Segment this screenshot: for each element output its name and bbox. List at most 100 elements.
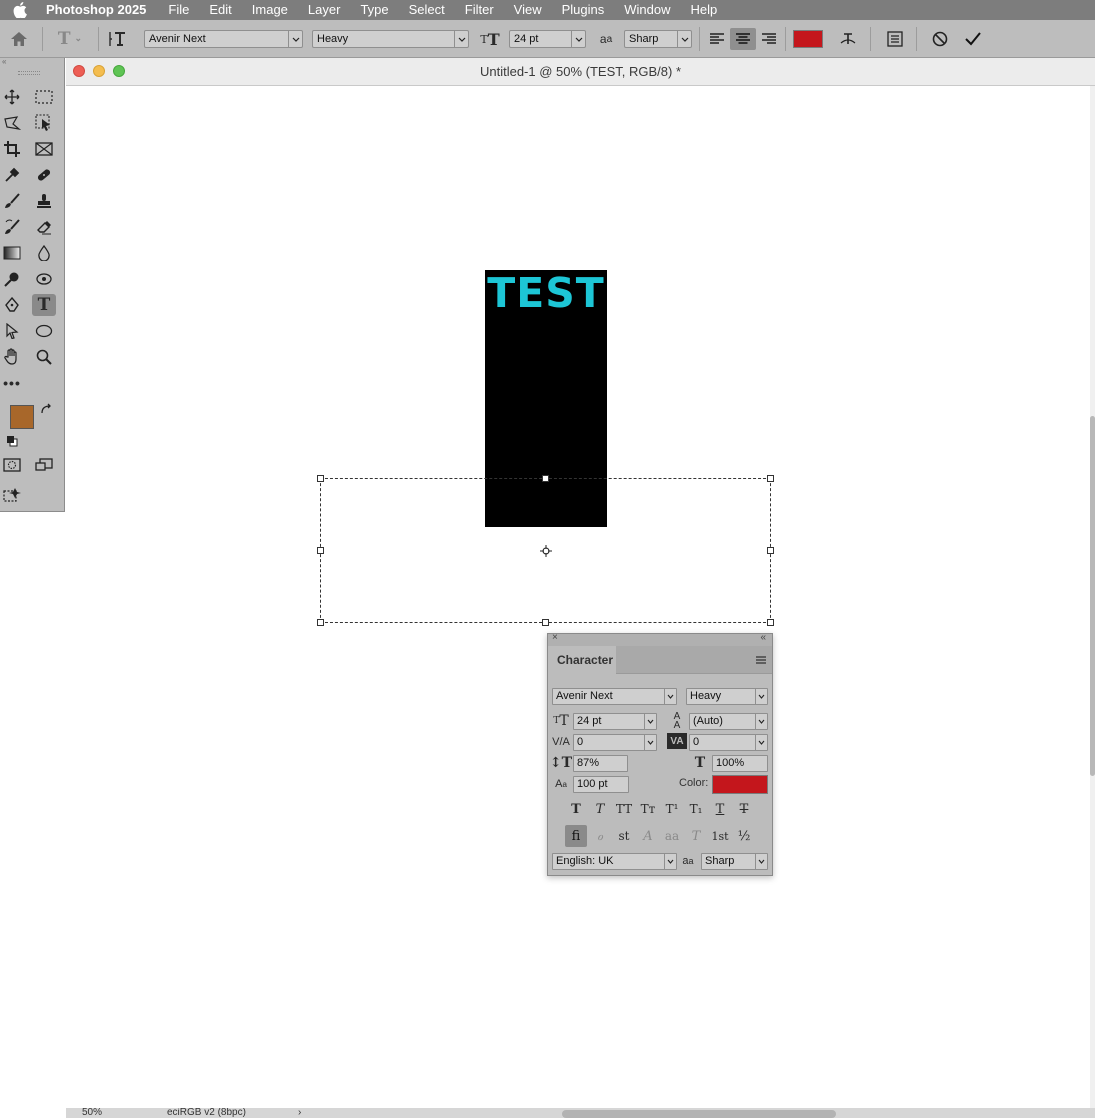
color-profile[interactable]: eciRGB v2 (8bpc) xyxy=(167,1108,246,1118)
tab-character[interactable]: Character xyxy=(548,646,616,674)
move-tool-icon[interactable] xyxy=(0,86,24,108)
menu-type[interactable]: Type xyxy=(350,0,398,20)
type-tool-preset-icon[interactable]: T ⌄ xyxy=(52,29,88,49)
baseline-shift-field[interactable]: 100 pt xyxy=(573,776,629,793)
menu-image[interactable]: Image xyxy=(242,0,298,20)
marquee-tool-icon[interactable] xyxy=(32,86,56,108)
menu-view[interactable]: View xyxy=(504,0,552,20)
reference-point-icon[interactable] xyxy=(540,545,552,557)
frame-tool-icon[interactable] xyxy=(32,138,56,160)
collapse-panel-icon[interactable]: « xyxy=(760,632,766,643)
apple-menu-icon[interactable] xyxy=(0,0,40,20)
zoom-tool-icon[interactable] xyxy=(32,346,56,368)
home-icon[interactable] xyxy=(8,29,30,49)
clone-stamp-tool-icon[interactable] xyxy=(32,190,56,212)
healing-brush-tool-icon[interactable] xyxy=(32,164,56,186)
superscript-button[interactable]: T¹ xyxy=(661,798,683,820)
text-color-swatch[interactable] xyxy=(793,30,823,48)
vertical-scrollbar-thumb[interactable] xyxy=(1090,416,1095,776)
eraser-tool-icon[interactable] xyxy=(32,216,56,238)
cancel-icon[interactable] xyxy=(929,28,951,50)
align-right-icon[interactable] xyxy=(758,28,780,50)
font-family-dropdown[interactable]: Avenir Next xyxy=(144,30,303,48)
character-panel-toggle-icon[interactable] xyxy=(884,28,906,50)
language-dropdown[interactable]: English: UK xyxy=(552,853,677,870)
canvas-text-layer[interactable]: TEST xyxy=(485,270,607,316)
resize-handle-right[interactable] xyxy=(767,547,774,554)
menu-plugins[interactable]: Plugins xyxy=(552,0,615,20)
strikethrough-button[interactable]: T xyxy=(733,798,755,820)
lasso-tool-icon[interactable] xyxy=(0,112,24,134)
align-center-icon[interactable] xyxy=(730,28,756,50)
gradient-tool-icon[interactable] xyxy=(0,242,24,264)
character-color-swatch[interactable] xyxy=(712,775,768,794)
pen-tool-icon[interactable] xyxy=(0,294,24,316)
horizontal-scrollbar-thumb[interactable] xyxy=(562,1110,836,1118)
antialias-dropdown[interactable]: Sharp xyxy=(701,853,768,870)
blur-tool-icon[interactable] xyxy=(32,242,56,264)
font-size-field[interactable]: 24 pt xyxy=(573,713,657,730)
toggle-text-orientation-icon[interactable] xyxy=(106,29,130,49)
menu-filter[interactable]: Filter xyxy=(455,0,504,20)
ordinals-button[interactable]: 1st xyxy=(709,825,731,847)
swash-button[interactable]: A xyxy=(637,825,659,847)
default-colors-icon[interactable] xyxy=(6,435,18,447)
screen-mode-icon[interactable] xyxy=(32,454,56,476)
panel-menu-icon[interactable] xyxy=(755,654,767,664)
ellipse-tool-icon[interactable] xyxy=(32,320,56,342)
leading-field[interactable]: (Auto) xyxy=(689,713,768,730)
resize-handle-bottom-left[interactable] xyxy=(317,619,324,626)
resize-handle-top-right[interactable] xyxy=(767,475,774,482)
close-panel-icon[interactable]: × xyxy=(552,632,558,643)
antialias-dropdown[interactable]: Sharp xyxy=(624,30,692,48)
content-aware-icon[interactable] xyxy=(32,268,56,290)
crop-tool-icon[interactable] xyxy=(0,138,24,160)
all-caps-button[interactable]: TT xyxy=(613,798,635,820)
path-selection-tool-icon[interactable] xyxy=(0,320,24,342)
horizontal-scale-field[interactable]: 100% xyxy=(712,755,768,772)
menu-help[interactable]: Help xyxy=(681,0,728,20)
underline-button[interactable]: T xyxy=(709,798,731,820)
foreground-color-swatch[interactable] xyxy=(10,405,34,429)
warp-text-icon[interactable] xyxy=(837,28,859,50)
quick-mask-icon[interactable] xyxy=(0,454,24,476)
faux-bold-button[interactable]: T xyxy=(565,798,587,820)
resize-handle-top-left[interactable] xyxy=(317,475,324,482)
chevron-right-icon[interactable]: › xyxy=(298,1108,301,1118)
commit-checkmark-icon[interactable] xyxy=(962,28,984,50)
app-name[interactable]: Photoshop 2025 xyxy=(40,0,158,20)
menu-layer[interactable]: Layer xyxy=(298,0,351,20)
font-style-dropdown[interactable]: Heavy xyxy=(312,30,469,48)
standard-ligatures-button[interactable]: ﬁ xyxy=(565,825,587,847)
menu-select[interactable]: Select xyxy=(399,0,455,20)
font-style-dropdown[interactable]: Heavy xyxy=(686,688,768,705)
resize-handle-bottom[interactable] xyxy=(542,619,549,626)
panel-grip[interactable] xyxy=(18,71,40,75)
tracking-field[interactable]: 0 xyxy=(689,734,768,751)
subscript-button[interactable]: T₁ xyxy=(685,798,707,820)
font-size-dropdown[interactable]: 24 pt xyxy=(509,30,586,48)
history-brush-tool-icon[interactable] xyxy=(0,216,24,238)
resize-handle-left[interactable] xyxy=(317,547,324,554)
kerning-field[interactable]: 0 xyxy=(573,734,657,751)
menu-edit[interactable]: Edit xyxy=(199,0,241,20)
contextual-alternates-button[interactable]: ℴ xyxy=(589,825,611,847)
object-selection-tool-icon[interactable] xyxy=(32,112,56,134)
menu-window[interactable]: Window xyxy=(614,0,680,20)
collapse-panel-icon[interactable]: « xyxy=(0,58,65,66)
swap-colors-icon[interactable] xyxy=(40,403,54,415)
faux-italic-button[interactable]: T xyxy=(589,798,611,820)
stylistic-alternates-button[interactable]: aa xyxy=(661,825,683,847)
titling-alternates-button[interactable]: T xyxy=(685,825,707,847)
align-left-icon[interactable] xyxy=(706,28,728,50)
font-family-dropdown[interactable]: Avenir Next xyxy=(552,688,677,705)
zoom-level[interactable]: 50% xyxy=(82,1108,102,1118)
vertical-scale-field[interactable]: 87% xyxy=(573,755,628,772)
eyedropper-tool-icon[interactable] xyxy=(0,164,24,186)
menu-file[interactable]: File xyxy=(158,0,199,20)
canvas-area[interactable]: TEST xyxy=(66,86,1090,1108)
type-tool-icon[interactable]: T xyxy=(32,294,56,316)
brush-tool-icon[interactable] xyxy=(0,190,24,212)
more-tools-icon[interactable]: ••• xyxy=(0,372,24,394)
resize-handle-bottom-right[interactable] xyxy=(767,619,774,626)
